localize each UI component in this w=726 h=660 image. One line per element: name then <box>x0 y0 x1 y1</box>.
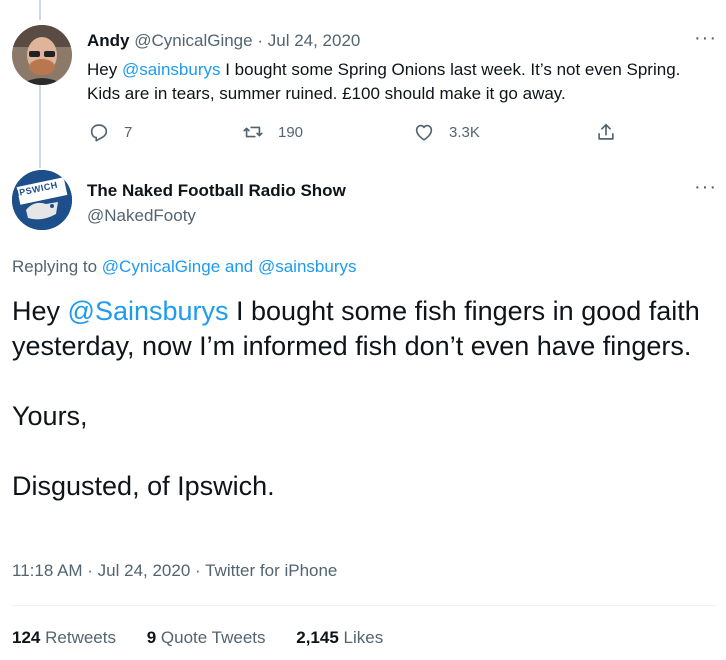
tweet2-text: Hey @Sainsburys I bought some fish finge… <box>12 294 712 504</box>
tweet1-date[interactable]: Jul 24, 2020 <box>268 31 361 50</box>
avatar-andy[interactable] <box>12 25 72 85</box>
replying-user-sainsburys[interactable]: @sainsburys <box>258 257 357 276</box>
reply-button[interactable]: 7 <box>88 120 132 144</box>
reply-icon <box>90 124 108 142</box>
quote-tweets-stat[interactable]: 9 Quote Tweets <box>147 628 266 647</box>
avatar-naked-footy[interactable]: IPSWICH <box>12 170 72 230</box>
retweets-count: 124 <box>12 628 41 647</box>
tweet2-paragraph-3: Disgusted, of Ipswich. <box>12 471 275 501</box>
thread-connector-top <box>39 0 41 20</box>
tweet2-more-icon[interactable]: ··· <box>694 176 717 199</box>
avatar-naked-footy-image <box>12 170 72 230</box>
share-button[interactable] <box>595 120 631 144</box>
retweet-count: 190 <box>278 123 304 141</box>
tweet2-mention-sainsburys[interactable]: @Sainsburys <box>68 296 229 326</box>
likes-label: Likes <box>343 628 384 647</box>
likes-stat[interactable]: 2,145 Likes <box>296 628 383 647</box>
tweet1-text-before: Hey <box>87 60 122 79</box>
tweet1-header: Andy @CynicalGinge · Jul 24, 2020 <box>87 31 360 51</box>
tweet2-meta[interactable]: 11:18 AM · Jul 24, 2020 · Twitter for iP… <box>12 561 337 581</box>
avatar-andy-image <box>12 25 72 85</box>
tweet1-handle[interactable]: @CynicalGinge <box>134 31 252 50</box>
retweet-icon <box>243 126 263 138</box>
tweet1-more-icon[interactable]: ··· <box>694 27 717 50</box>
tweet2-display-name[interactable]: The Naked Football Radio Show <box>87 181 346 201</box>
share-icon <box>598 123 614 140</box>
replying-prefix: Replying to <box>12 257 102 276</box>
tweet2-paragraph-1: Hey @Sainsburys I bought some fish finge… <box>12 294 712 364</box>
tweet2-stats: 124 Retweets 9 Quote Tweets 2,145 Likes <box>12 628 409 648</box>
quote-tweets-label: Quote Tweets <box>160 628 266 647</box>
tweet1-text: Hey @sainsburys I bought some Spring Oni… <box>87 58 707 106</box>
likes-count: 2,145 <box>296 628 339 647</box>
like-button[interactable]: 3.3K <box>413 120 480 144</box>
tweet2-paragraph-2: Yours, <box>12 401 88 431</box>
tweet1-display-name[interactable]: Andy <box>87 31 130 50</box>
heart-icon <box>415 124 433 141</box>
divider <box>12 605 716 606</box>
retweets-stat[interactable]: 124 Retweets <box>12 628 116 647</box>
tweet2-handle[interactable]: @NakedFooty <box>87 206 196 226</box>
tweet2-line1-before: Hey <box>12 296 68 326</box>
tweet1-separator: · <box>257 31 264 50</box>
replying-user-cynicalginge[interactable]: @CynicalGinge <box>102 257 220 276</box>
like-count: 3.3K <box>449 123 480 141</box>
thread-connector <box>39 78 41 168</box>
replying-and: and <box>220 257 258 276</box>
tweet1-mention-sainsburys[interactable]: @sainsburys <box>122 60 221 79</box>
retweet-button[interactable]: 190 <box>242 120 303 144</box>
quote-tweets-count: 9 <box>146 628 157 647</box>
replying-to-line: Replying to @CynicalGinge and @sainsbury… <box>12 257 356 277</box>
retweets-label: Retweets <box>45 628 116 647</box>
reply-count: 7 <box>124 123 133 141</box>
